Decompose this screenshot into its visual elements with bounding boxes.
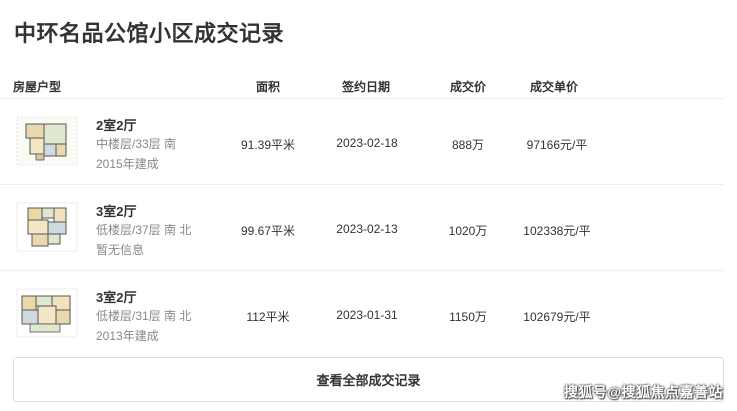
table-header: 房屋户型 面积 签约日期 成交价 成交单价 bbox=[0, 76, 724, 98]
room-type: 2室2厅 bbox=[96, 118, 137, 133]
floor-plan-image[interactable] bbox=[16, 114, 78, 168]
area-value: 99.67平米 bbox=[240, 224, 296, 238]
sign-date: 2023-02-18 bbox=[336, 136, 398, 150]
table-row[interactable]: 3室2厅 低楼层/37层 南 北 暂无信息 99.67平米 2023-02-13… bbox=[0, 184, 724, 270]
floor-plan-image[interactable] bbox=[16, 286, 78, 340]
floor-info: 低楼层/31层 南 北 bbox=[96, 309, 192, 323]
build-year: 暂无信息 bbox=[96, 243, 145, 257]
deal-price: 1150万 bbox=[449, 310, 487, 324]
unit-price: 102679元/平 bbox=[523, 310, 591, 324]
header-area: 面积 bbox=[256, 80, 281, 94]
sign-date: 2023-01-31 bbox=[336, 308, 398, 322]
build-year: 2013年建成 bbox=[96, 329, 159, 343]
room-type: 3室2厅 bbox=[96, 290, 137, 305]
build-year: 2015年建成 bbox=[96, 157, 159, 171]
table-row[interactable]: 3室2厅 低楼层/31层 南 北 2013年建成 112平米 2023-01-3… bbox=[0, 270, 724, 356]
unit-price: 102338元/平 bbox=[523, 224, 591, 238]
area-value: 91.39平米 bbox=[240, 138, 296, 152]
sign-date: 2023-02-13 bbox=[336, 222, 398, 236]
floor-info: 低楼层/37层 南 北 bbox=[96, 223, 192, 237]
floor-info: 中楼层/33层 南 bbox=[96, 137, 177, 151]
unit-price: 97166元/平 bbox=[526, 138, 588, 152]
area-value: 112平米 bbox=[246, 310, 290, 324]
header-date: 签约日期 bbox=[342, 80, 391, 94]
deal-price: 888万 bbox=[451, 138, 485, 152]
watermark-text: 搜狐号@搜狐焦点嘉善站 bbox=[563, 384, 723, 400]
floor-plan-image[interactable] bbox=[16, 200, 78, 254]
room-type: 3室2厅 bbox=[96, 204, 137, 219]
header-type: 房屋户型 bbox=[13, 80, 62, 94]
table-row[interactable]: 2室2厅 中楼层/33层 南 2015年建成 91.39平米 2023-02-1… bbox=[0, 98, 724, 184]
view-all-records-label: 查看全部成交记录 bbox=[316, 373, 421, 388]
header-price: 成交价 bbox=[450, 80, 487, 94]
page-title: 中环名品公馆小区成交记录 bbox=[14, 21, 285, 46]
deal-price: 1020万 bbox=[448, 224, 488, 238]
header-unit-price: 成交单价 bbox=[530, 80, 579, 94]
